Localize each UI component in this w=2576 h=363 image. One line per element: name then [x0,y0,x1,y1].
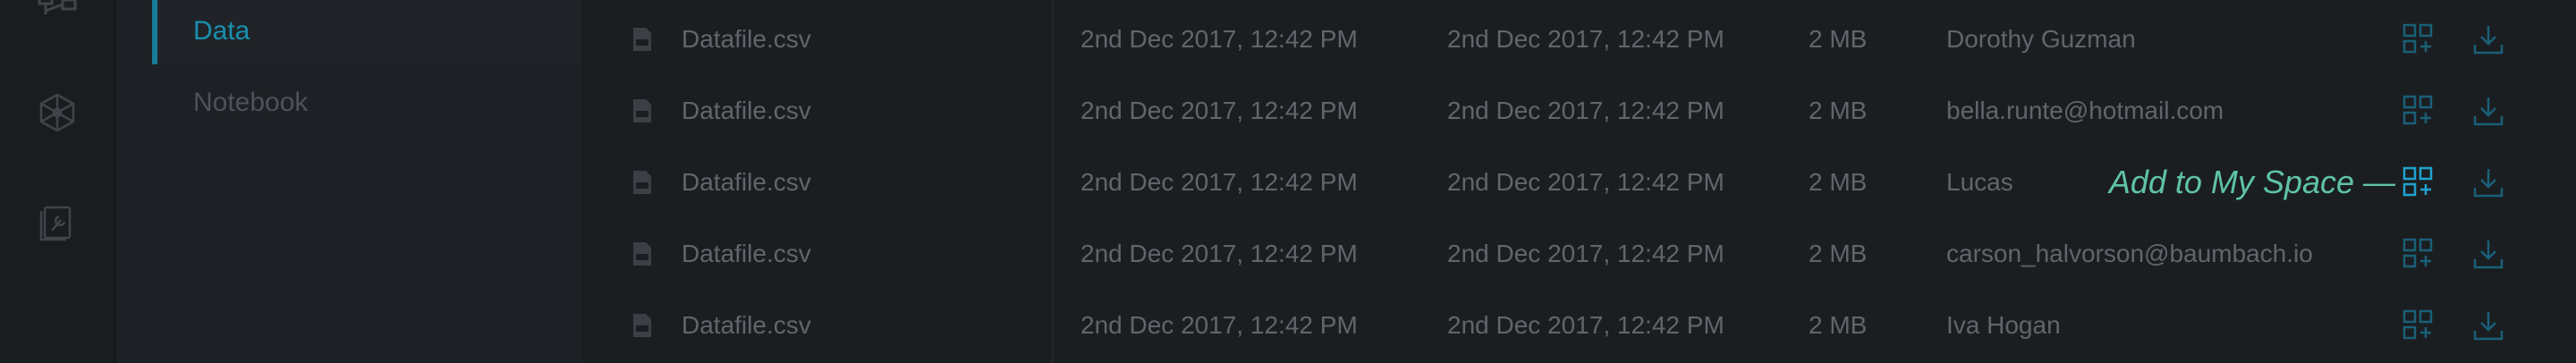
modified-date: 2nd Dec 2017, 12:42 PM [1447,240,1724,267]
add-to-space-icon[interactable] [2402,218,2438,290]
download-icon[interactable] [2472,147,2508,218]
file-name[interactable]: Datafile.csv [682,290,811,361]
add-to-space-icon[interactable] [2402,4,2438,75]
file-size: 2 MB [1809,25,1868,53]
add-to-space-tooltip: Add to My Space — [2108,164,2395,200]
download-icon[interactable] [2472,75,2508,147]
tools-icon[interactable] [36,200,79,243]
created-date: 2nd Dec 2017, 12:42 PM [1080,168,1358,196]
file-name[interactable]: Datafile.csv [682,147,811,218]
file-size: 2 MB [1809,97,1868,124]
csv-file-icon [631,290,657,361]
table-row[interactable]: Datafile.csv 2nd Dec 2017, 12:42 PM 2nd … [581,147,2576,218]
add-to-space-icon[interactable] [2402,75,2438,147]
download-icon[interactable] [2472,290,2508,361]
csv-file-icon [631,4,657,75]
file-size: 2 MB [1809,311,1868,339]
file-name[interactable]: Datafile.csv [682,75,811,147]
file-name[interactable]: Datafile.csv [682,4,811,75]
table-row[interactable]: Datafile.csv 2nd Dec 2017, 12:42 PM 2nd … [581,218,2576,290]
created-date: 2nd Dec 2017, 12:42 PM [1080,311,1358,339]
created-date: 2nd Dec 2017, 12:42 PM [1080,240,1358,267]
csv-file-icon [631,218,657,290]
modified-date: 2nd Dec 2017, 12:42 PM [1447,311,1724,339]
app-window: Data Notebook Datafile.csv 2nd Dec 2017,… [0,0,2576,363]
file-owner: Dorothy Guzman [1946,25,2136,53]
csv-file-icon [631,75,657,147]
csv-file-icon [631,147,657,218]
download-icon[interactable] [2472,4,2508,75]
add-to-space-icon[interactable] [2402,147,2438,218]
modified-date: 2nd Dec 2017, 12:42 PM [1447,168,1724,196]
network-icon[interactable] [36,91,79,134]
modified-date: 2nd Dec 2017, 12:42 PM [1447,97,1724,124]
file-size: 2 MB [1809,240,1868,267]
created-date: 2nd Dec 2017, 12:42 PM [1080,97,1358,124]
add-to-space-icon[interactable] [2402,290,2438,361]
subnav-item-data[interactable]: Data [152,0,581,64]
icon-rail [0,0,116,363]
created-date: 2nd Dec 2017, 12:42 PM [1080,25,1358,53]
download-icon[interactable] [2472,218,2508,290]
hierarchy-icon[interactable] [36,0,79,30]
file-owner: carson_halvorson@baumbach.io [1946,240,2313,267]
file-name[interactable]: Datafile.csv [682,218,811,290]
subnav-item-label: Data [193,16,250,46]
table-row[interactable]: Datafile.csv 2nd Dec 2017, 12:42 PM 2nd … [581,4,2576,75]
table-row[interactable]: Datafile.csv 2nd Dec 2017, 12:42 PM 2nd … [581,290,2576,361]
file-owner: Lucas [1946,168,2013,196]
subnav-item-label: Notebook [193,88,309,117]
file-size: 2 MB [1809,168,1868,196]
file-owner: bella.runte@hotmail.com [1946,97,2224,124]
subnav-item-notebook[interactable]: Notebook [152,70,581,136]
table-row[interactable]: Datafile.csv 2nd Dec 2017, 12:42 PM 2nd … [581,75,2576,147]
sub-navigation: Data Notebook [116,0,581,363]
modified-date: 2nd Dec 2017, 12:42 PM [1447,25,1724,53]
file-owner: Iva Hogan [1946,311,2061,339]
